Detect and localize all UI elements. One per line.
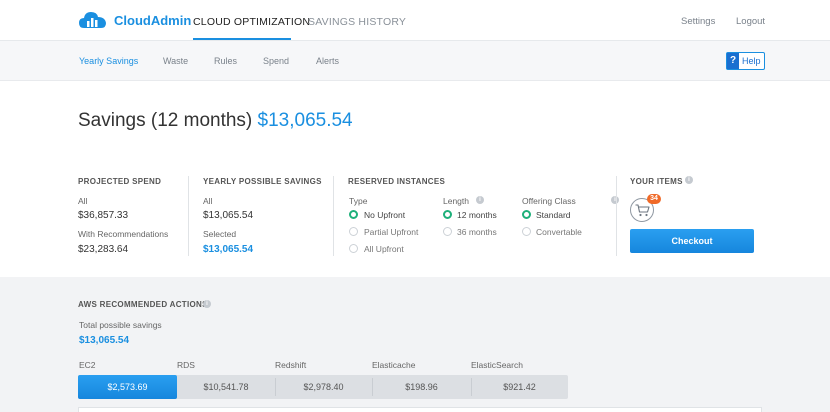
recommendations-table [78, 407, 762, 412]
service-tab-redshift[interactable]: $2,978.40 [275, 375, 372, 399]
12-months-label[interactable]: 12 months [457, 210, 497, 220]
36-months-label[interactable]: 36 months [457, 227, 497, 237]
service-tab-ec2[interactable]: $2,573.69 [78, 375, 177, 399]
settings-link[interactable]: Settings [681, 16, 715, 27]
question-icon: ? [727, 53, 739, 69]
help-label: Help [742, 56, 761, 66]
page-title: Savings (12 months) $13,065.54 [78, 110, 353, 132]
yearly-all-value: $13,065.54 [203, 210, 254, 221]
no-upfront-label[interactable]: No Upfront [364, 210, 405, 220]
sub-nav-bar: Yearly Savings Waste Rules Spend Alerts … [0, 41, 830, 81]
type-label: Type [349, 196, 368, 206]
logout-link[interactable]: Logout [736, 16, 765, 27]
subtab-spend[interactable]: Spend [263, 56, 289, 66]
selected-label: Selected [203, 229, 237, 239]
total-possible-value: $13,065.54 [79, 335, 130, 346]
service-tab-elasticsearch[interactable]: $921.42 [471, 375, 568, 399]
with-recommendations-label: With Recommendations [78, 229, 169, 239]
shopping-cart-icon [635, 204, 650, 217]
top-nav-bar: CloudAdmin CLOUD OPTIMIZATION SAVINGS HI… [0, 0, 830, 41]
yearly-possible-heading: YEARLY POSSIBLE SAVINGS [203, 177, 322, 186]
brand-name: CloudAdmin [114, 12, 192, 28]
convertable-label[interactable]: Convertable [536, 227, 582, 237]
info-icon[interactable]: i [611, 196, 619, 204]
radio-convertable[interactable] [522, 227, 531, 236]
logo[interactable]: CloudAdmin [78, 8, 191, 32]
with-recommendations-value: $23,283.64 [78, 244, 129, 255]
projected-all-label: All [78, 196, 88, 206]
reserved-instances-heading: RESERVED INSTANCES [348, 177, 446, 186]
radio-partial-upfront[interactable] [349, 227, 358, 236]
info-icon[interactable]: i [476, 196, 484, 204]
checkout-button[interactable]: Checkout [630, 229, 754, 253]
service-label-redshift: Redshift [275, 360, 307, 370]
radio-12-months[interactable] [443, 210, 452, 219]
tab-cloud-optimization[interactable]: CLOUD OPTIMIZATION [193, 16, 310, 28]
radio-36-months[interactable] [443, 227, 452, 236]
projected-all-value: $36,857.33 [78, 210, 129, 221]
standard-label[interactable]: Standard [536, 210, 571, 220]
cloud-logo-icon [79, 12, 106, 28]
savings-amount: $13,065.54 [257, 110, 353, 131]
projected-spend-heading: PROJECTED SPEND [78, 177, 162, 186]
divider [616, 176, 617, 256]
aws-recommended-heading: AWS RECOMMENDED ACTIONS [78, 300, 208, 309]
service-tab-rds[interactable]: $10,541.78 [177, 375, 275, 399]
offering-class-label: Offering Class [522, 196, 576, 206]
your-items-heading: YOUR ITEMS [630, 177, 683, 186]
help-button[interactable]: ? Help [726, 52, 765, 70]
length-label: Length [443, 196, 469, 206]
radio-no-upfront[interactable] [349, 210, 358, 219]
service-label-rds: RDS [177, 360, 195, 370]
info-icon[interactable]: i [203, 300, 211, 308]
active-tab-indicator [193, 38, 291, 40]
divider [188, 176, 189, 256]
yearly-all-label: All [203, 196, 213, 206]
selected-value: $13,065.54 [203, 244, 254, 255]
radio-all-upfront[interactable] [349, 244, 358, 253]
service-label-ec2: EC2 [79, 360, 96, 370]
divider [333, 176, 334, 256]
total-possible-label: Total possible savings [79, 320, 162, 330]
subtab-alerts[interactable]: Alerts [316, 56, 339, 66]
service-tab-elasticache[interactable]: $198.96 [372, 375, 471, 399]
radio-standard[interactable] [522, 210, 531, 219]
partial-upfront-label[interactable]: Partial Upfront [364, 227, 418, 237]
info-icon[interactable]: i [685, 176, 693, 184]
subtab-yearly-savings[interactable]: Yearly Savings [79, 56, 138, 66]
subtab-waste[interactable]: Waste [163, 56, 188, 66]
cart-count-badge: 34 [647, 194, 661, 204]
savings-label: Savings (12 months) [78, 110, 253, 131]
service-label-elasticsearch: ElasticSearch [471, 360, 523, 370]
subtab-rules[interactable]: Rules [214, 56, 237, 66]
all-upfront-label[interactable]: All Upfront [364, 244, 404, 254]
tab-savings-history[interactable]: SAVINGS HISTORY [308, 16, 406, 28]
service-label-elasticache: Elasticache [372, 360, 416, 370]
